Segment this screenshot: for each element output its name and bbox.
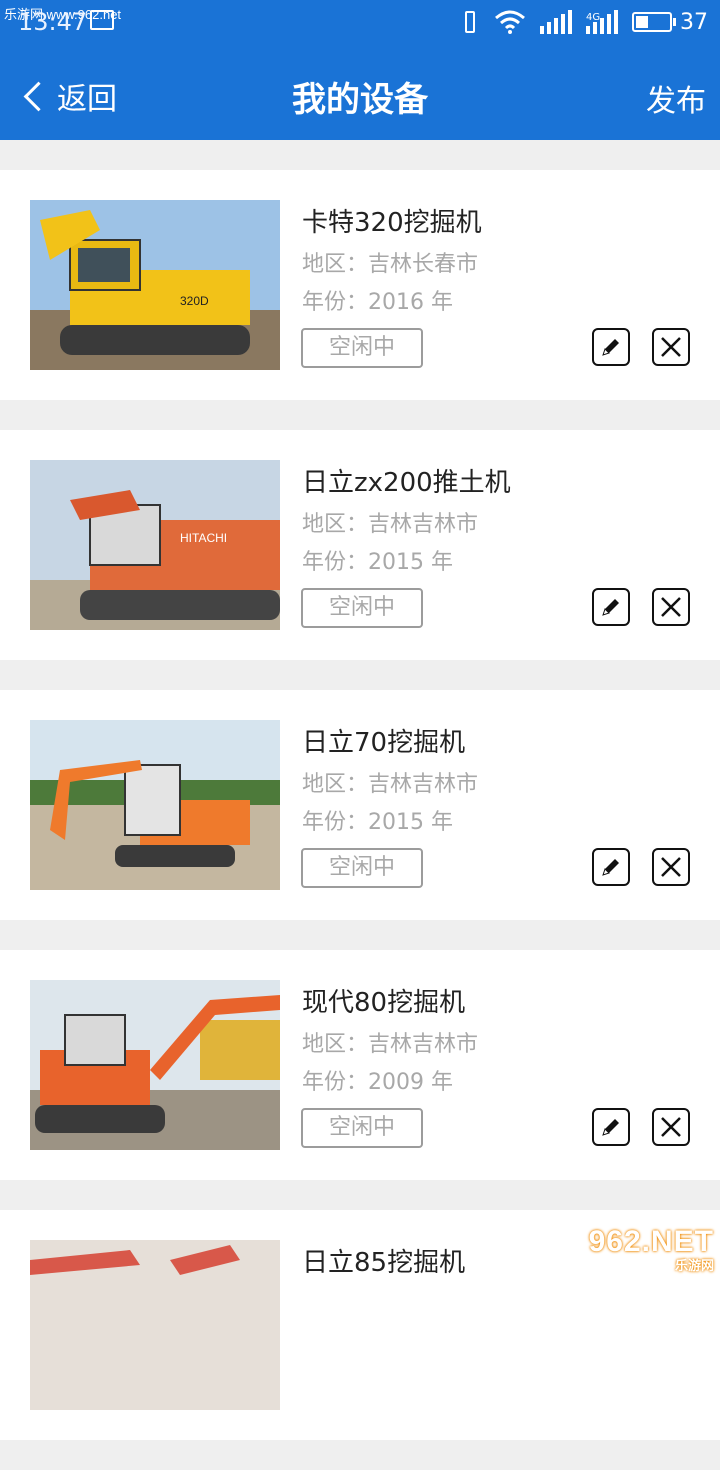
status-badge[interactable]: 空闲中 xyxy=(301,848,423,888)
signal-4g-icon: 4G xyxy=(586,10,618,34)
equipment-photo: HITACHI xyxy=(30,460,280,630)
equipment-name: 日立70挖掘机 xyxy=(302,728,466,758)
vibrate-icon xyxy=(460,9,480,35)
equipment-photo xyxy=(30,980,280,1150)
publish-button[interactable]: 发布 xyxy=(646,76,706,120)
edit-button[interactable] xyxy=(592,328,630,366)
edit-icon xyxy=(602,1119,619,1136)
equipment-region: 地区：吉林吉林市 xyxy=(302,1032,479,1057)
equipment-card[interactable]: 现代80挖掘机 地区：吉林吉林市 年份：2009 年 空闲中 xyxy=(0,950,720,1180)
equipment-photo xyxy=(30,1240,280,1410)
page-title: 我的设备 xyxy=(292,80,428,120)
equipment-region: 地区：吉林吉林市 xyxy=(302,772,479,797)
equipment-name: 卡特320挖掘机 xyxy=(302,208,482,238)
edit-button[interactable] xyxy=(592,1108,630,1146)
equipment-year: 年份：2015 年 xyxy=(302,550,453,575)
watermark-brand: 962.NET xyxy=(588,1225,714,1258)
wifi-icon xyxy=(495,10,525,34)
delete-icon xyxy=(661,857,681,877)
delete-icon xyxy=(661,337,681,357)
delete-button[interactable] xyxy=(652,328,690,366)
delete-icon xyxy=(661,1117,681,1137)
equipment-year: 年份：2009 年 xyxy=(302,1070,453,1095)
equipment-name: 日立85挖掘机 xyxy=(302,1248,466,1278)
equipment-name: 现代80挖掘机 xyxy=(302,988,466,1018)
status-time: 13:47 xyxy=(18,8,88,36)
battery-icon: 37 xyxy=(632,10,708,35)
equipment-region: 地区：吉林长春市 xyxy=(302,252,479,277)
status-badge[interactable]: 空闲中 xyxy=(301,1108,423,1148)
equipment-photo xyxy=(30,720,280,890)
status-icons: 4G 37 xyxy=(460,6,708,38)
status-bar: 乐游网 www.962.net 13:47 4G 37 xyxy=(0,0,720,44)
edit-icon xyxy=(602,339,619,356)
delete-button[interactable] xyxy=(652,848,690,886)
equipment-card[interactable]: HITACHI 日立zx200推土机 地区：吉林吉林市 年份：2015 年 空闲… xyxy=(0,430,720,660)
equipment-year: 年份：2016 年 xyxy=(302,290,453,315)
edit-button[interactable] xyxy=(592,848,630,886)
battery-level: 37 xyxy=(680,9,708,35)
edit-button[interactable] xyxy=(592,588,630,626)
equipment-card[interactable]: 320D 卡特320挖掘机 地区：吉林长春市 年份：2016 年 空闲中 xyxy=(0,170,720,400)
delete-button[interactable] xyxy=(652,588,690,626)
svg-text:320D: 320D xyxy=(180,294,209,308)
edit-icon xyxy=(602,859,619,876)
equipment-year: 年份：2015 年 xyxy=(302,810,453,835)
svg-text:HITACHI: HITACHI xyxy=(180,531,227,545)
edit-icon xyxy=(602,599,619,616)
equipment-name: 日立zx200推土机 xyxy=(302,468,511,498)
delete-button[interactable] xyxy=(652,1108,690,1146)
navigation-bar: 返回 我的设备 发布 xyxy=(0,44,720,140)
bottom-watermark: 962.NET 乐游网 xyxy=(589,1225,714,1274)
equipment-region: 地区：吉林吉林市 xyxy=(302,512,479,537)
delete-icon xyxy=(661,597,681,617)
equipment-photo: 320D xyxy=(30,200,280,370)
status-badge[interactable]: 空闲中 xyxy=(301,588,423,628)
image-icon xyxy=(90,10,114,30)
equipment-card[interactable]: 日立70挖掘机 地区：吉林吉林市 年份：2015 年 空闲中 xyxy=(0,690,720,920)
equipment-list: 320D 卡特320挖掘机 地区：吉林长春市 年份：2016 年 空闲中 HIT… xyxy=(0,170,720,1470)
network-label: 4G xyxy=(586,12,601,23)
status-badge[interactable]: 空闲中 xyxy=(301,328,423,368)
signal-icon xyxy=(540,10,572,34)
